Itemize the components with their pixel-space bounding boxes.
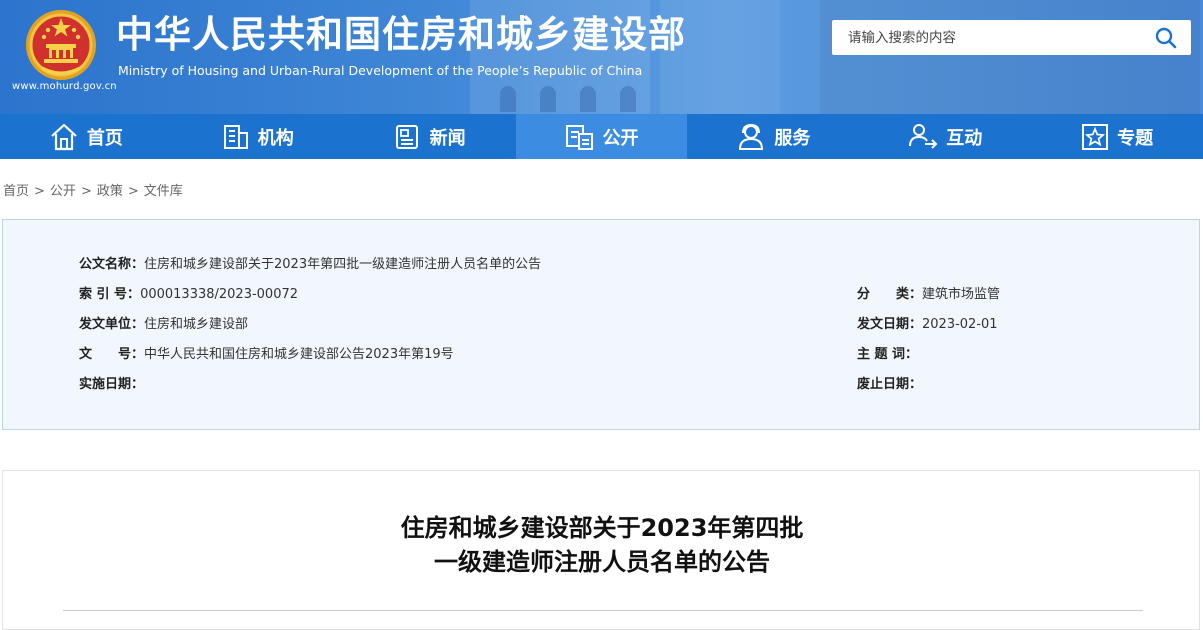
article-panel: 住房和城乡建设部关于2023年第四批 一级建造师注册人员名单的公告: [2, 470, 1200, 630]
meta-category-label: 分 类：: [857, 287, 923, 302]
meta-expire-row: 废止日期：: [857, 373, 922, 392]
header-background-window: [540, 86, 556, 112]
meta-index-label: 索 引 号：: [79, 287, 141, 302]
site-url: www.mohurd.gov.cn: [12, 81, 117, 92]
article-title-line: 一级建造师注册人员名单的公告: [434, 548, 770, 576]
search-input[interactable]: [832, 20, 1132, 55]
nav-item-interaction[interactable]: 互动: [859, 114, 1031, 159]
meta-date-label: 发文日期：: [857, 317, 923, 332]
header-background-window: [500, 86, 516, 112]
interact-icon: [909, 123, 938, 149]
national-emblem-icon[interactable]: [24, 8, 98, 82]
meta-docno-row: 文 号：中华人民共和国住房和城乡建设部公告2023年第19号: [79, 343, 454, 362]
service-icon: [739, 123, 764, 150]
breadcrumb-separator: >: [127, 184, 139, 199]
site-title[interactable]: 中华人民共和国住房和城乡建设部: [116, 12, 686, 58]
star-icon: [1082, 123, 1109, 150]
search-icon[interactable]: [1155, 27, 1177, 49]
header-background-window: [620, 86, 636, 112]
meta-issuer-row: 发文单位：住房和城乡建设部: [79, 313, 248, 332]
meta-expire-label: 废止日期：: [857, 377, 923, 392]
breadcrumb-separator: >: [34, 184, 45, 199]
document-meta-box: 公文名称：住房和城乡建设部关于2023年第四批一级建造师注册人员名单的公告 索 …: [2, 219, 1200, 430]
article-title: 住房和城乡建设部关于2023年第四批 一级建造师注册人员名单的公告: [3, 511, 1201, 579]
nav-item-home[interactable]: 首页: [0, 114, 172, 159]
building-icon: [223, 124, 248, 149]
meta-issuer-value: 住房和城乡建设部: [144, 317, 249, 332]
nav-item-institutions[interactable]: 机构: [172, 114, 344, 159]
site-header: www.mohurd.gov.cn 中华人民共和国住房和城乡建设部 Minist…: [0, 0, 1203, 114]
nav-label: 互动: [946, 127, 983, 149]
nav-label: 机构: [257, 127, 294, 149]
meta-index-row: 索 引 号：000013338/2023-00072: [79, 283, 298, 302]
nav-label: 新闻: [429, 127, 466, 149]
article-divider: [63, 610, 1143, 611]
breadcrumb-policy[interactable]: 政策: [97, 184, 123, 199]
nav-label: 服务: [774, 127, 811, 149]
breadcrumb-public[interactable]: 公开: [50, 184, 76, 199]
header-background-window: [580, 86, 596, 112]
breadcrumb-home[interactable]: 首页: [3, 184, 29, 199]
meta-effective-label: 实施日期：: [79, 377, 145, 392]
meta-keywords-label: 主 题 词：: [857, 347, 919, 362]
breadcrumb-separator: >: [80, 184, 92, 199]
nav-label: 首页: [86, 127, 123, 149]
meta-issuer-label: 发文单位：: [79, 317, 145, 332]
nav-label: 专题: [1117, 127, 1154, 149]
meta-docno-label: 文 号：: [79, 347, 145, 362]
nav-item-service[interactable]: 服务: [687, 114, 859, 159]
search-box: [832, 20, 1191, 55]
breadcrumb-library[interactable]: 文件库: [144, 184, 183, 199]
nav-item-public[interactable]: 公开: [515, 114, 688, 159]
meta-category-row: 分 类：建筑市场监管: [857, 283, 1000, 302]
document-icon: [565, 124, 593, 150]
header-background-building: [820, 0, 1200, 114]
meta-date-row: 发文日期：2023-02-01: [857, 313, 998, 332]
meta-title-value: 住房和城乡建设部关于2023年第四批一级建造师注册人员名单的公告: [144, 257, 542, 272]
meta-date-value: 2023-02-01: [922, 317, 998, 332]
news-icon: [395, 124, 418, 149]
meta-category-value: 建筑市场监管: [922, 287, 1001, 302]
meta-index-value: 000013338/2023-00072: [140, 287, 299, 302]
nav-item-news[interactable]: 新闻: [344, 114, 516, 159]
meta-keywords-row: 主 题 词：: [857, 343, 918, 362]
article-title-line: 住房和城乡建设部关于2023年第四批: [400, 514, 804, 542]
breadcrumb: 首页 > 公开 > 政策 > 文件库: [3, 180, 183, 199]
meta-title-row: 公文名称：住房和城乡建设部关于2023年第四批一级建造师注册人员名单的公告: [79, 253, 541, 272]
home-icon: [51, 123, 77, 150]
main-nav: 首页 机构 新闻 公开 服务 互动 专题: [0, 114, 1203, 159]
meta-effective-row: 实施日期：: [79, 373, 144, 392]
nav-item-topics[interactable]: 专题: [1031, 114, 1203, 159]
site-subtitle: Ministry of Housing and Urban-Rural Deve…: [118, 63, 643, 78]
meta-docno-value: 中华人民共和国住房和城乡建设部公告2023年第19号: [144, 347, 454, 362]
nav-label: 公开: [602, 127, 639, 149]
meta-title-label: 公文名称：: [79, 257, 145, 272]
